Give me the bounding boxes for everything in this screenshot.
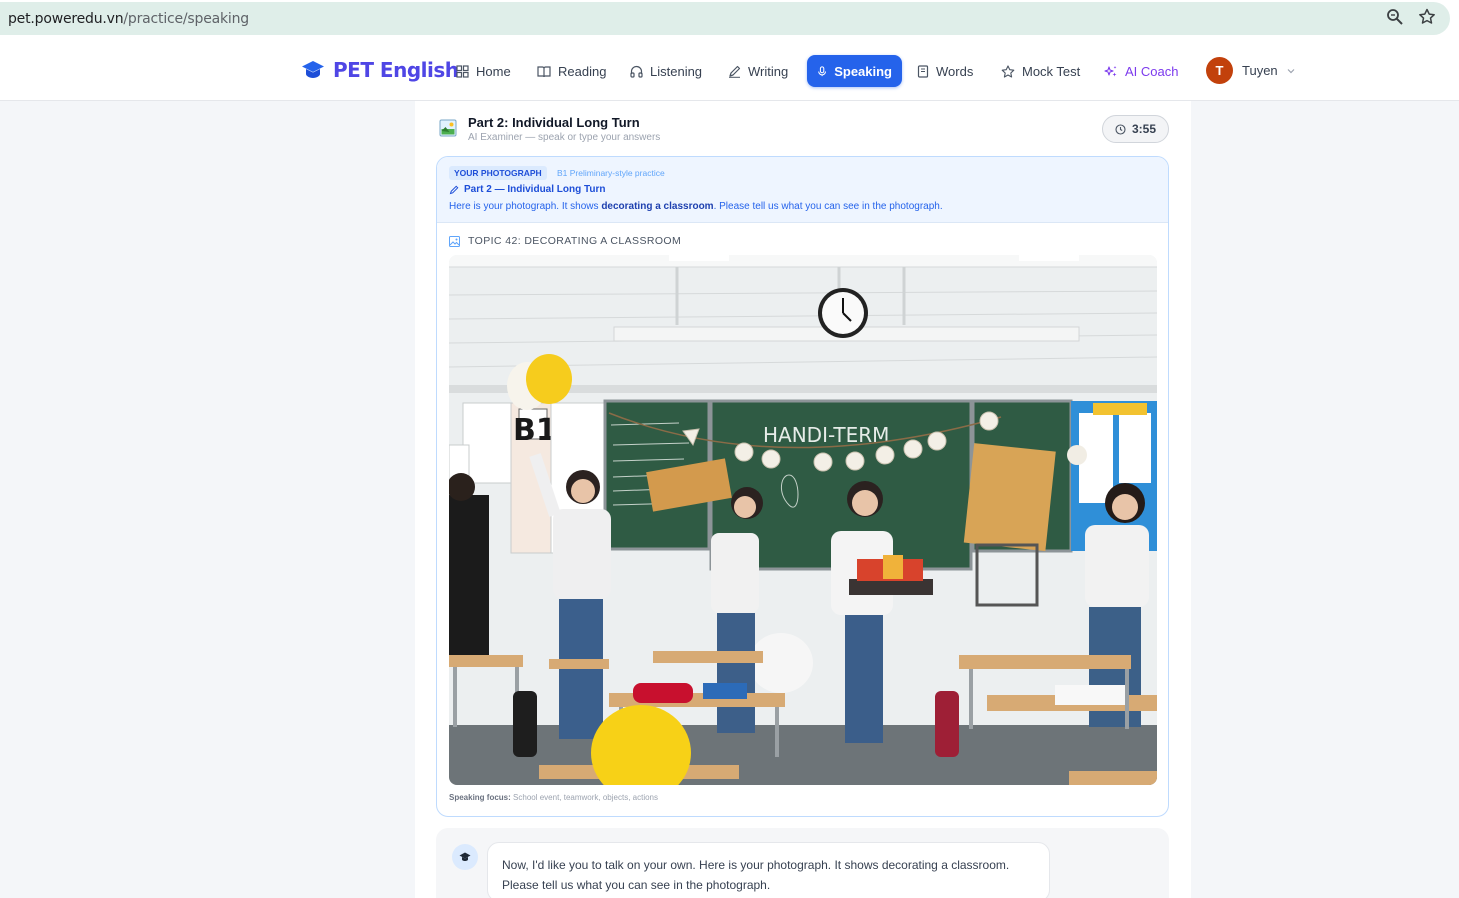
part-label-text: Part 2 — Individual Long Turn	[464, 184, 606, 195]
topic-heading: TOPIC 42: DECORATING A CLASSROOM	[449, 235, 681, 247]
chevron-down-icon	[1287, 68, 1295, 73]
address-bar[interactable]: pet.poweredu.vn/practice/speaking	[0, 2, 1450, 35]
sparkles-icon	[1104, 65, 1117, 76]
photograph-card-header: YOUR PHOTOGRAPH B1 Preliminary-style pra…	[437, 157, 1168, 223]
nav-listening-label: Listening	[650, 63, 703, 79]
photograph-badge: YOUR PHOTOGRAPH	[449, 166, 547, 180]
nav-words-label: Words	[936, 63, 974, 79]
chat-area: Now, I'd like you to talk on your own. H…	[436, 828, 1169, 898]
nav-writing[interactable]: Writing	[718, 55, 798, 87]
pencil-icon	[449, 185, 459, 194]
nav-reading-label: Reading	[558, 63, 607, 79]
topic-text: TOPIC 42: DECORATING A CLASSROOM	[468, 235, 682, 247]
examiner-avatar	[452, 844, 478, 870]
grid-icon	[456, 64, 469, 78]
timer: 3:55	[1102, 115, 1169, 143]
nav-mock-test-label: Mock Test	[1022, 63, 1081, 79]
bookmark-star-icon[interactable]	[1417, 7, 1437, 27]
book-open-icon	[537, 65, 551, 77]
notebook-icon	[917, 64, 929, 78]
nav-mock-test[interactable]: Mock Test	[991, 55, 1090, 87]
b1-sign-text: B1	[513, 413, 557, 448]
nav-home-label: Home	[476, 63, 511, 79]
user-menu[interactable]: T Tuyen	[1206, 57, 1296, 84]
part-label: Part 2 — Individual Long Turn	[449, 184, 605, 195]
nav-home[interactable]: Home	[446, 55, 521, 87]
pen-icon	[729, 65, 741, 78]
app-navbar: PET English Home Reading Listening Writi…	[0, 42, 1459, 101]
page-title: Part 2: Individual Long Turn	[468, 115, 640, 130]
photograph-card: YOUR PHOTOGRAPH B1 Preliminary-style pra…	[436, 156, 1169, 817]
picture-icon	[439, 119, 457, 137]
nav-writing-label: Writing	[748, 63, 789, 79]
page-subtitle: AI Examiner — speak or type your answers	[468, 132, 661, 143]
headphones-icon	[630, 65, 643, 78]
browser-toolbar: pet.poweredu.vn/practice/speaking	[0, 0, 1459, 42]
practice-note: B1 Preliminary-style practice	[557, 168, 665, 178]
nav-words[interactable]: Words	[907, 55, 983, 87]
image-icon	[449, 235, 460, 247]
timer-value: 3:55	[1131, 122, 1157, 136]
graduation-cap-icon	[459, 852, 471, 861]
clock-icon	[1115, 123, 1126, 135]
photograph-instruction: Here is your photograph. It shows decora…	[449, 201, 943, 212]
url-text[interactable]: pet.poweredu.vn/practice/speaking	[8, 11, 249, 27]
graduation-cap-icon	[302, 61, 324, 78]
zoom-icon[interactable]	[1385, 7, 1405, 27]
examiner-message: Now, I'd like you to talk on your own. H…	[487, 842, 1050, 898]
session-header: Part 2: Individual Long Turn AI Examiner…	[439, 115, 1169, 151]
brand-logo[interactable]: PET English	[301, 58, 459, 82]
brand-name: PET English	[333, 58, 459, 82]
mic-icon	[818, 65, 827, 76]
star-icon	[1001, 64, 1015, 78]
classroom-photograph: B1 HANDI-TERM	[449, 255, 1157, 785]
speaking-session: Part 2: Individual Long Turn AI Examiner…	[415, 101, 1191, 898]
nav-speaking[interactable]: Speaking	[807, 55, 902, 87]
nav-speaking-label: Speaking	[834, 63, 892, 79]
speaking-focus: Speaking focus: School event, teamwork, …	[449, 793, 658, 802]
avatar: T	[1206, 57, 1233, 84]
nav-listening[interactable]: Listening	[620, 55, 712, 87]
user-name: Tuyen	[1242, 63, 1278, 78]
nav-reading[interactable]: Reading	[527, 55, 616, 87]
nav-ai-coach[interactable]: AI Coach	[1094, 55, 1188, 87]
nav-ai-coach-label: AI Coach	[1125, 63, 1179, 79]
